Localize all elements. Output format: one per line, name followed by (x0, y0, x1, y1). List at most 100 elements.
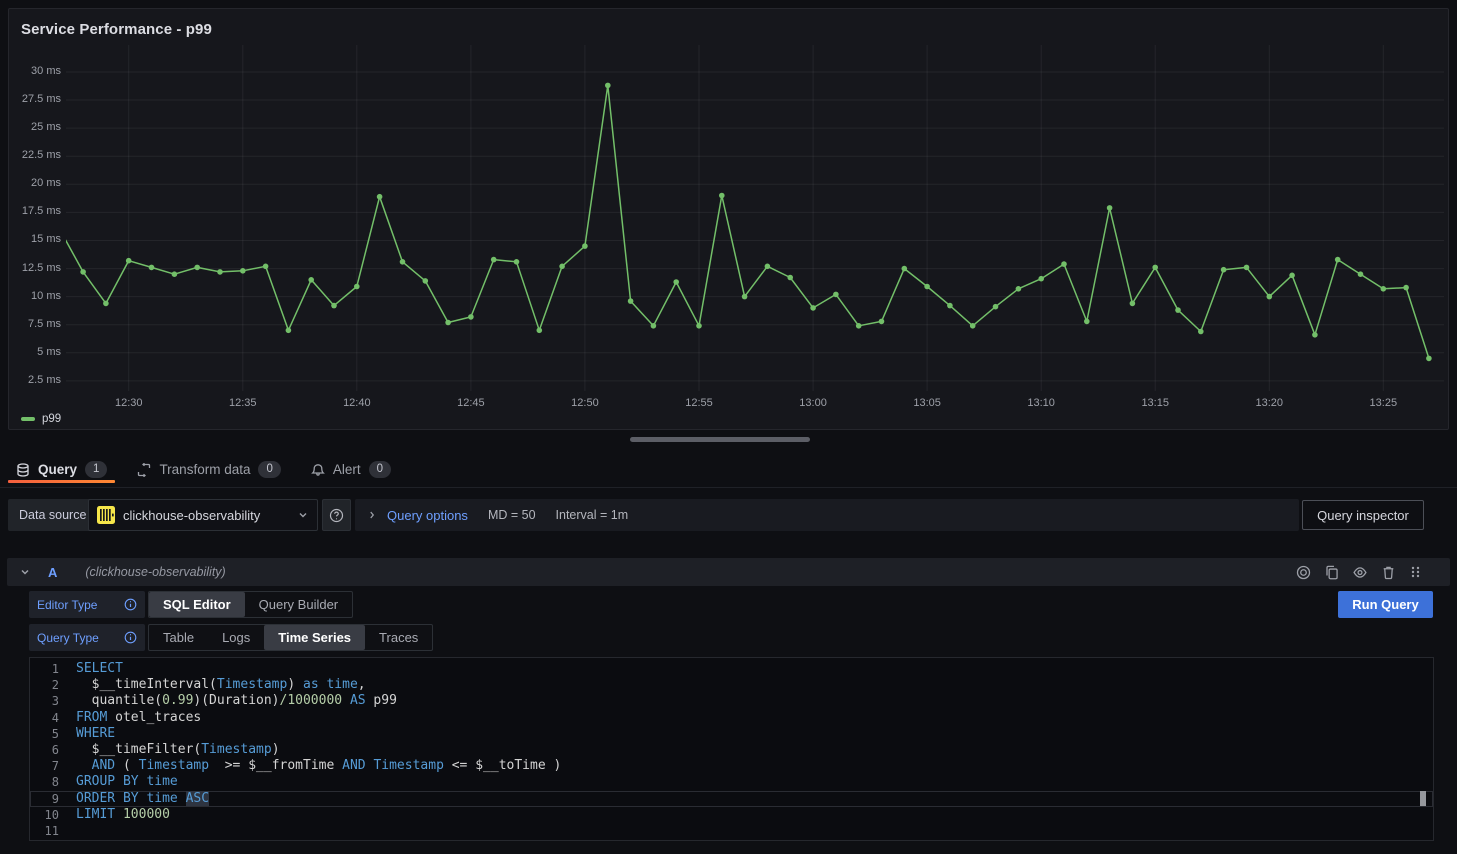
code-line-4[interactable]: 4FROM otel_traces (30, 710, 1433, 726)
y-tick-label: 2.5 ms (28, 374, 61, 386)
code-line-8[interactable]: 8GROUP BY time (30, 774, 1433, 790)
code-line-1[interactable]: 1SELECT (30, 661, 1433, 677)
y-tick-label: 15 ms (31, 233, 61, 245)
drag-handle-icon[interactable] (1409, 565, 1422, 579)
database-icon (16, 463, 30, 477)
info-circle-icon[interactable] (124, 631, 137, 644)
code-line-9[interactable]: 9 ORDER BY time ASC (30, 791, 1433, 807)
code-text: $__timeInterval(Timestamp) as time, (76, 677, 366, 693)
query-options-link[interactable]: Query options (387, 508, 468, 523)
query-options-md: MD = 50 (488, 508, 536, 522)
legend-item-p99[interactable]: p99 (21, 413, 61, 425)
query-options-section[interactable]: Query options MD = 50 Interval = 1m (355, 499, 1299, 531)
x-tick-label: 13:10 (1027, 397, 1055, 409)
tab-alert-label: Alert (333, 462, 361, 477)
disable-query-icon[interactable] (1296, 565, 1311, 580)
code-lines: 1SELECT2 $__timeInterval(Timestamp) as t… (30, 661, 1433, 839)
query-type-label: Query Type (37, 631, 99, 645)
line-number: 8 (30, 774, 59, 790)
hide-response-eye-icon[interactable] (1352, 565, 1368, 580)
legend-label: p99 (42, 413, 61, 425)
tab-query-count-badge: 1 (85, 461, 107, 478)
delete-query-trash-icon[interactable] (1381, 565, 1396, 580)
query-type-option-logs[interactable]: Logs (208, 625, 264, 650)
code-line-5[interactable]: 5 WHERE (30, 726, 1433, 742)
bell-icon (311, 463, 325, 477)
query-type-radio-group: Table Logs Time Series Traces (148, 624, 433, 651)
line-number: 1 (30, 661, 59, 677)
datasource-help-button[interactable] (322, 499, 351, 531)
x-tick-label: 13:00 (799, 397, 827, 409)
query-options-interval: Interval = 1m (556, 508, 629, 522)
line-number: 2 (30, 677, 59, 693)
line-number: 3 (30, 693, 59, 709)
query-row-actions (1296, 565, 1438, 580)
editor-type-option-query-builder[interactable]: Query Builder (245, 592, 352, 617)
tab-transform-count-badge: 0 (258, 461, 280, 478)
editor-type-label: Editor Type (37, 598, 97, 612)
grafana-panel-edit-view: Service Performance - p99 2.5 ms5 ms7.5 … (0, 0, 1457, 854)
tab-transform-data[interactable]: Transform data 0 (129, 452, 288, 487)
clickhouse-logo (97, 506, 115, 524)
code-line-3[interactable]: 3 quantile(0.99)(Duration)/1000000 AS p9… (30, 693, 1433, 709)
code-line-6[interactable]: 6 $__timeFilter(Timestamp) (30, 742, 1433, 758)
editor-type-radio-group: SQL Editor Query Builder (148, 591, 353, 618)
query-datasource-hint: (clickhouse-observability) (85, 565, 225, 579)
code-text: LIMIT 100000 (76, 807, 170, 823)
editor-type-label-box: Editor Type (29, 591, 145, 618)
tab-alert[interactable]: Alert 0 (303, 452, 399, 487)
query-type-option-table[interactable]: Table (149, 625, 208, 650)
x-axis: 12:3012:3512:4012:4512:5012:5513:0013:05… (66, 397, 1444, 413)
line-number: 5 (30, 726, 59, 742)
x-tick-label: 13:25 (1370, 397, 1398, 409)
chevron-right-icon (367, 510, 377, 520)
y-tick-label: 7.5 ms (28, 318, 61, 330)
y-tick-label: 27.5 ms (22, 93, 61, 105)
y-tick-label: 10 ms (31, 290, 61, 302)
code-line-11[interactable]: 11 (30, 823, 1433, 839)
x-tick-label: 13:05 (913, 397, 941, 409)
y-axis: 2.5 ms5 ms7.5 ms10 ms12.5 ms15 ms17.5 ms… (9, 9, 61, 409)
sql-code-editor[interactable]: 1SELECT2 $__timeInterval(Timestamp) as t… (29, 657, 1434, 841)
code-line-10[interactable]: 10LIMIT 100000 (30, 807, 1433, 823)
line-number: 9 (30, 791, 59, 807)
plot-area[interactable] (66, 45, 1444, 391)
line-number: 11 (30, 823, 59, 839)
transform-icon (137, 463, 151, 477)
code-text: $__timeFilter(Timestamp) (76, 742, 280, 758)
query-type-label-box: Query Type (29, 624, 145, 651)
editor-type-option-sql-editor[interactable]: SQL Editor (149, 592, 245, 617)
info-circle-icon[interactable] (124, 598, 137, 611)
timeseries-panel: Service Performance - p99 2.5 ms5 ms7.5 … (8, 8, 1449, 430)
x-tick-label: 12:35 (229, 397, 257, 409)
x-tick-label: 12:55 (685, 397, 713, 409)
timeseries-chart: 2.5 ms5 ms7.5 ms10 ms12.5 ms15 ms17.5 ms… (9, 9, 1448, 429)
overview-ruler-marker (1420, 791, 1426, 806)
line-number: 6 (30, 742, 59, 758)
horizontal-scrollbar-thumb[interactable] (630, 437, 810, 442)
code-line-7[interactable]: 7 AND ( Timestamp >= $__fromTime AND Tim… (30, 758, 1433, 774)
x-tick-label: 12:45 (457, 397, 485, 409)
x-tick-label: 13:15 (1141, 397, 1169, 409)
tab-query[interactable]: Query 1 (8, 452, 115, 487)
editor-tabs: Query 1 Transform data 0 Alert 0 (0, 452, 1457, 488)
query-type-option-traces[interactable]: Traces (365, 625, 432, 650)
query-inspector-button[interactable]: Query inspector (1302, 500, 1424, 530)
query-row-header[interactable]: A (clickhouse-observability) (7, 558, 1450, 586)
code-line-2[interactable]: 2 $__timeInterval(Timestamp) as time, (30, 677, 1433, 693)
datasource-picker[interactable]: clickhouse-observability (88, 499, 318, 531)
code-text: FROM otel_traces (76, 710, 201, 726)
code-text: ORDER BY time ASC (76, 791, 209, 807)
run-query-button[interactable]: Run Query (1338, 591, 1433, 618)
y-tick-label: 30 ms (31, 65, 61, 77)
tab-query-label: Query (38, 462, 77, 477)
datasource-label: Data source (8, 499, 97, 531)
datasource-bar: Data source clickhouse-observability (0, 499, 1457, 531)
x-tick-label: 12:40 (343, 397, 371, 409)
query-type-option-time-series[interactable]: Time Series (264, 625, 365, 650)
code-text: WHERE (76, 726, 115, 742)
active-tab-underline (8, 480, 115, 483)
collapse-chevron-icon[interactable] (19, 566, 31, 578)
duplicate-query-icon[interactable] (1324, 565, 1339, 580)
tab-transform-label: Transform data (159, 462, 250, 477)
